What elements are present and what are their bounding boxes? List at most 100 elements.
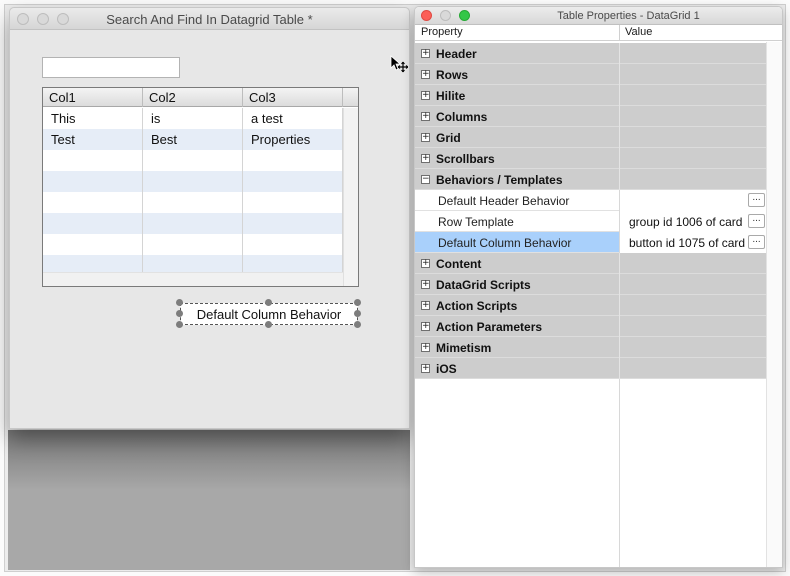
property-column-label[interactable]: Property — [421, 26, 463, 38]
selection-handle[interactable] — [265, 299, 272, 306]
section-value-cell — [619, 148, 766, 169]
table-cell[interactable] — [243, 234, 343, 255]
zoom-button[interactable] — [459, 10, 470, 21]
section-value-cell — [619, 127, 766, 148]
property-value-cell[interactable]: ... — [619, 190, 766, 211]
table-row[interactable]: This is a test — [43, 108, 343, 129]
datagrid-header: Col1 Col2 Col3 — [43, 88, 358, 107]
table-cell[interactable] — [43, 192, 143, 213]
properties-window-title: Table Properties - DataGrid 1 — [557, 10, 700, 22]
table-row[interactable] — [43, 213, 343, 234]
property-value-cell[interactable]: group id 1006 of card... — [619, 211, 766, 232]
section-label: Grid — [436, 131, 461, 145]
table-cell[interactable]: This — [43, 108, 143, 129]
table-cell[interactable]: Best — [143, 129, 243, 150]
table-cell[interactable]: Properties — [243, 129, 343, 150]
property-section-grid[interactable]: + Grid — [415, 127, 766, 148]
selection-handle[interactable] — [265, 321, 272, 328]
move-cursor-icon — [390, 55, 409, 73]
property-section-columns[interactable]: + Columns — [415, 106, 766, 127]
value-column-label[interactable]: Value — [625, 26, 652, 38]
table-cell[interactable] — [43, 234, 143, 255]
collapse-toggle-icon[interactable]: − — [421, 175, 430, 184]
table-cell[interactable] — [243, 192, 343, 213]
property-section-scrollbars[interactable]: + Scrollbars — [415, 148, 766, 169]
section-label: Mimetism — [436, 341, 492, 355]
table-row[interactable] — [43, 150, 343, 171]
table-row[interactable] — [43, 234, 343, 255]
column-header-col2[interactable]: Col2 — [143, 88, 243, 107]
datagrid-horizontal-scrollbar[interactable] — [43, 272, 343, 286]
table-cell[interactable]: a test — [243, 108, 343, 129]
section-label: Action Scripts — [436, 299, 518, 313]
expand-toggle-icon[interactable]: + — [421, 343, 430, 352]
table-cell[interactable] — [143, 234, 243, 255]
property-section-action-scripts[interactable]: + Action Scripts — [415, 295, 766, 316]
table-row[interactable]: Test Best Properties — [43, 129, 343, 150]
expand-toggle-icon[interactable]: + — [421, 301, 430, 310]
selection-handle[interactable] — [176, 321, 183, 328]
edit-value-button[interactable]: ... — [748, 193, 765, 207]
close-button[interactable] — [421, 10, 432, 21]
table-cell[interactable] — [143, 171, 243, 192]
properties-titlebar[interactable]: Table Properties - DataGrid 1 — [415, 7, 782, 25]
datagrid-table[interactable]: Col1 Col2 Col3 This is a test Test Best Prope… — [42, 87, 359, 287]
table-cell[interactable] — [43, 213, 143, 234]
table-cell[interactable] — [243, 213, 343, 234]
selection-handle[interactable] — [176, 310, 183, 317]
table-cell[interactable] — [143, 150, 243, 171]
expand-toggle-icon[interactable]: + — [421, 49, 430, 58]
property-section-ios[interactable]: + iOS — [415, 358, 766, 379]
table-row[interactable] — [43, 192, 343, 213]
property-section-content[interactable]: + Content — [415, 253, 766, 274]
property-section-datagrid-scripts[interactable]: + DataGrid Scripts — [415, 274, 766, 295]
column-header-col1[interactable]: Col1 — [43, 88, 143, 107]
table-cell[interactable] — [143, 192, 243, 213]
expand-toggle-icon[interactable]: + — [421, 112, 430, 121]
table-cell[interactable]: is — [143, 108, 243, 129]
property-section-header[interactable]: + Header — [415, 43, 766, 64]
selection-handle[interactable] — [176, 299, 183, 306]
expand-toggle-icon[interactable]: + — [421, 280, 430, 289]
column-separator — [619, 25, 620, 41]
table-cell[interactable]: Test — [43, 129, 143, 150]
property-section-action-parameters[interactable]: + Action Parameters — [415, 316, 766, 337]
table-cell[interactable] — [43, 150, 143, 171]
property-row-row-template[interactable]: Row Template group id 1006 of card... — [415, 211, 766, 232]
property-value-cell[interactable]: button id 1075 of card... — [619, 232, 766, 253]
section-value-cell — [619, 295, 766, 316]
column-header-col3[interactable]: Col3 — [243, 88, 343, 107]
selection-handle[interactable] — [354, 310, 361, 317]
minimize-button[interactable] — [440, 10, 451, 21]
table-cell[interactable] — [243, 150, 343, 171]
property-section-rows[interactable]: + Rows — [415, 64, 766, 85]
table-cell[interactable] — [143, 213, 243, 234]
stack-window-title: Search And Find In Datagrid Table * — [106, 12, 313, 27]
expand-toggle-icon[interactable]: + — [421, 154, 430, 163]
expand-toggle-icon[interactable]: + — [421, 259, 430, 268]
expand-toggle-icon[interactable]: + — [421, 322, 430, 331]
expand-toggle-icon[interactable]: + — [421, 70, 430, 79]
section-value-cell — [619, 64, 766, 85]
datagrid-vertical-scrollbar[interactable] — [343, 108, 358, 286]
table-cell[interactable] — [243, 171, 343, 192]
table-row[interactable] — [43, 171, 343, 192]
property-row-default-column-behavior[interactable]: Default Column Behavior button id 1075 of… — [415, 232, 766, 253]
edit-value-button[interactable]: ... — [748, 214, 765, 228]
selection-handle[interactable] — [354, 321, 361, 328]
expand-toggle-icon[interactable]: + — [421, 91, 430, 100]
section-value-cell — [619, 358, 766, 379]
expand-toggle-icon[interactable]: + — [421, 364, 430, 373]
property-section-mimetism[interactable]: + Mimetism — [415, 337, 766, 358]
property-list-scrollbar[interactable] — [766, 42, 782, 567]
edit-value-button[interactable]: ... — [748, 235, 765, 249]
property-label: Default Header Behavior — [438, 194, 570, 208]
selection-handle[interactable] — [354, 299, 361, 306]
stack-window-titlebar[interactable]: Search And Find In Datagrid Table * — [10, 8, 409, 30]
property-section-behaviors-templates[interactable]: − Behaviors / Templates — [415, 169, 766, 190]
property-row-default-header-behavior[interactable]: Default Header Behavior... — [415, 190, 766, 211]
expand-toggle-icon[interactable]: + — [421, 133, 430, 142]
search-input[interactable] — [42, 57, 180, 78]
property-section-hilite[interactable]: + Hilite — [415, 85, 766, 106]
table-cell[interactable] — [43, 171, 143, 192]
